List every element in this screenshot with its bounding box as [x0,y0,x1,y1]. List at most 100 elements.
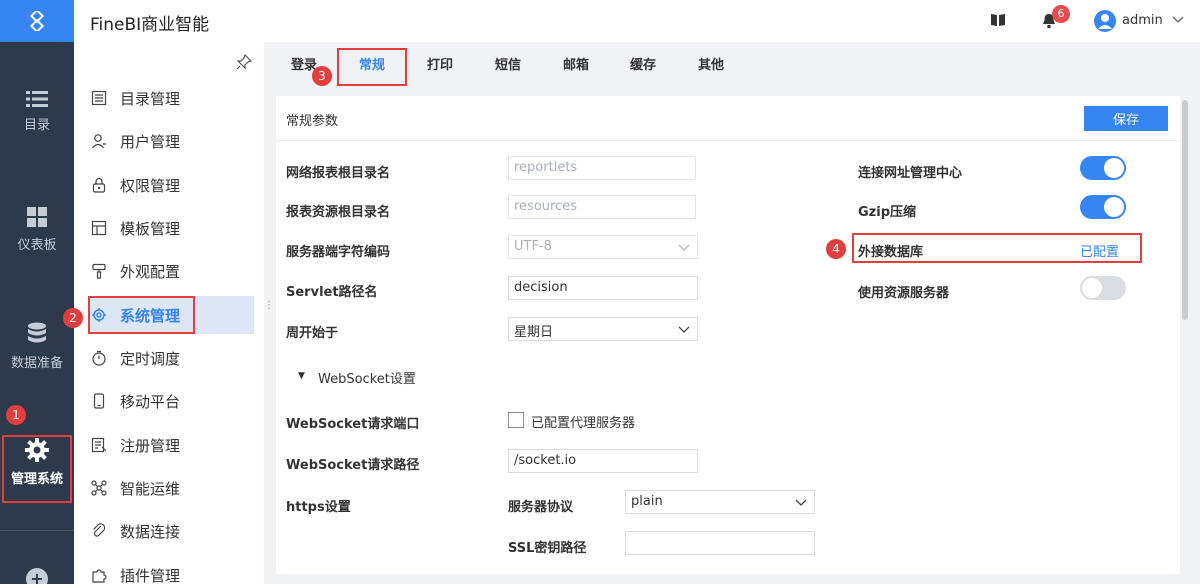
annotation-box-general-tab [337,48,407,86]
rail-item-data-prep[interactable]: 数据准备 [0,322,74,371]
week-start-label: 周开始于 [286,326,339,341]
protocol-select[interactable]: plain [625,490,815,514]
servlet-label: Servlet路径名 [286,285,378,300]
settings-tabs: 登录 常规 打印 短信 邮箱 缓存 其他 [272,48,1190,86]
sidebar-item-catalog[interactable]: 目录管理 [90,79,254,117]
annotation-badge-1: 1 [6,405,26,425]
rail-item-label: 数据准备 [10,356,63,371]
template-icon [90,219,108,237]
chevron-down-icon [795,499,807,506]
user-name[interactable]: admin [1122,13,1163,28]
sidebar-item-templates[interactable]: 模板管理 [90,209,254,247]
url-center-toggle[interactable] [1080,156,1126,180]
servlet-input[interactable]: decision [508,276,698,300]
sidebar-item-label: 模板管理 [120,219,181,238]
rail-item-dashboard[interactable]: 仪表板 [0,206,74,253]
notification-badge: 6 [1052,5,1070,23]
caret-down-icon[interactable]: ▼ [298,371,305,381]
nodes-icon [90,479,108,497]
logo-icon [29,11,45,31]
annotation-box-admin [2,435,72,503]
save-button[interactable]: 保存 [1084,106,1168,131]
charset-label: 服务器端字符编码 [286,245,391,260]
timer-icon [90,349,108,367]
sidebar-item-label: 智能运维 [120,479,181,498]
general-settings-card: 常规参数 保存 网络报表根目录名 reportlets 报表资源根目录名 res… [276,96,1180,574]
resource-server-toggle[interactable] [1080,276,1126,300]
sidebar-item-label: 数据连接 [120,522,181,541]
sidebar-item-appearance[interactable]: 外观配置 [90,252,254,290]
url-center-label: 连接网址管理中心 [858,166,963,181]
ws-port-label: WebSocket请求端口 [286,417,420,432]
book-icon[interactable] [990,13,1006,27]
rail-divider [0,530,74,531]
dashboard-icon [27,207,47,227]
toggle-knob [1104,158,1124,178]
websocket-section-title[interactable]: WebSocket设置 [318,368,416,387]
sidebar-resize-handle[interactable]: ⋮ [264,300,274,320]
tab-other[interactable]: 其他 [691,48,731,86]
protocol-value: plain [631,494,663,509]
brush-icon [90,262,108,280]
sidebar-item-register[interactable]: 注册管理 [90,426,254,464]
sidebar-item-permissions[interactable]: 权限管理 [90,166,254,204]
app-logo[interactable] [0,0,74,42]
ws-path-input[interactable]: /socket.io [508,449,698,473]
avatar[interactable] [1094,10,1116,32]
sidebar-item-label: 定时调度 [120,349,181,368]
sidebar-item-users[interactable]: 用户管理 [90,122,254,160]
https-label: https设置 [286,500,351,515]
web-root-label: 网络报表根目录名 [286,166,391,181]
week-start-select[interactable]: 星期日 [508,317,698,341]
ws-path-label: WebSocket请求路径 [286,458,420,473]
list-icon [26,91,48,107]
week-start-value: 星期日 [514,325,554,340]
ws-proxy-checkbox[interactable] [508,412,524,428]
card-title: 常规参数 [286,114,339,129]
sidebar-item-label: 用户管理 [120,132,181,151]
charset-value: UTF-8 [514,239,552,254]
sidebar-item-data-connection[interactable]: 数据连接 [90,512,254,550]
resource-server-label: 使用资源服务器 [858,286,950,301]
tab-email[interactable]: 邮箱 [556,48,596,86]
tab-sms[interactable]: 短信 [488,48,528,86]
chevron-down-icon [678,326,690,333]
sidebar-item-label: 注册管理 [120,436,181,455]
toggle-knob [1082,278,1102,298]
sidebar-item-label: 插件管理 [120,566,181,584]
annotation-box-system [88,296,195,334]
annotation-badge-4: 4 [826,239,846,259]
chevron-down-icon[interactable] [1172,14,1184,24]
web-root-input[interactable]: reportlets [508,156,696,180]
resource-root-input[interactable]: resources [508,195,696,219]
sidebar-item-plugins[interactable]: 插件管理 [90,556,254,584]
sidebar-item-schedule[interactable]: 定时调度 [90,339,254,377]
pin-icon[interactable] [236,54,252,70]
card-divider [276,140,1180,141]
scrollbar[interactable] [1182,100,1188,320]
tab-cache[interactable]: 缓存 [623,48,663,86]
register-icon [90,436,108,454]
ssl-path-label: SSL密钥路径 [508,541,587,556]
annotation-box-external-db [852,233,1142,263]
database-icon [28,322,46,343]
link-icon [90,522,108,540]
mobile-icon [90,392,108,410]
sidebar-item-mobile[interactable]: 移动平台 [90,382,254,420]
rail-item-catalog[interactable]: 目录 [0,90,74,133]
ws-proxy-label: 已配置代理服务器 [531,416,636,431]
gzip-label: Gzip压缩 [858,205,916,220]
app-title: FineBI商业智能 [90,15,210,35]
toggle-knob [1104,197,1124,217]
plus-icon[interactable]: + [26,568,48,584]
sidebar-item-ops[interactable]: 智能运维 [90,469,254,507]
ssl-path-input[interactable] [625,531,815,555]
gzip-toggle[interactable] [1080,195,1126,219]
tab-print[interactable]: 打印 [420,48,460,86]
annotation-badge-2: 2 [63,308,83,328]
charset-select[interactable]: UTF-8 [508,235,698,259]
lock-icon [90,176,108,194]
protocol-label: 服务器协议 [508,500,574,515]
puzzle-icon [90,566,108,584]
user-icon [90,132,108,150]
